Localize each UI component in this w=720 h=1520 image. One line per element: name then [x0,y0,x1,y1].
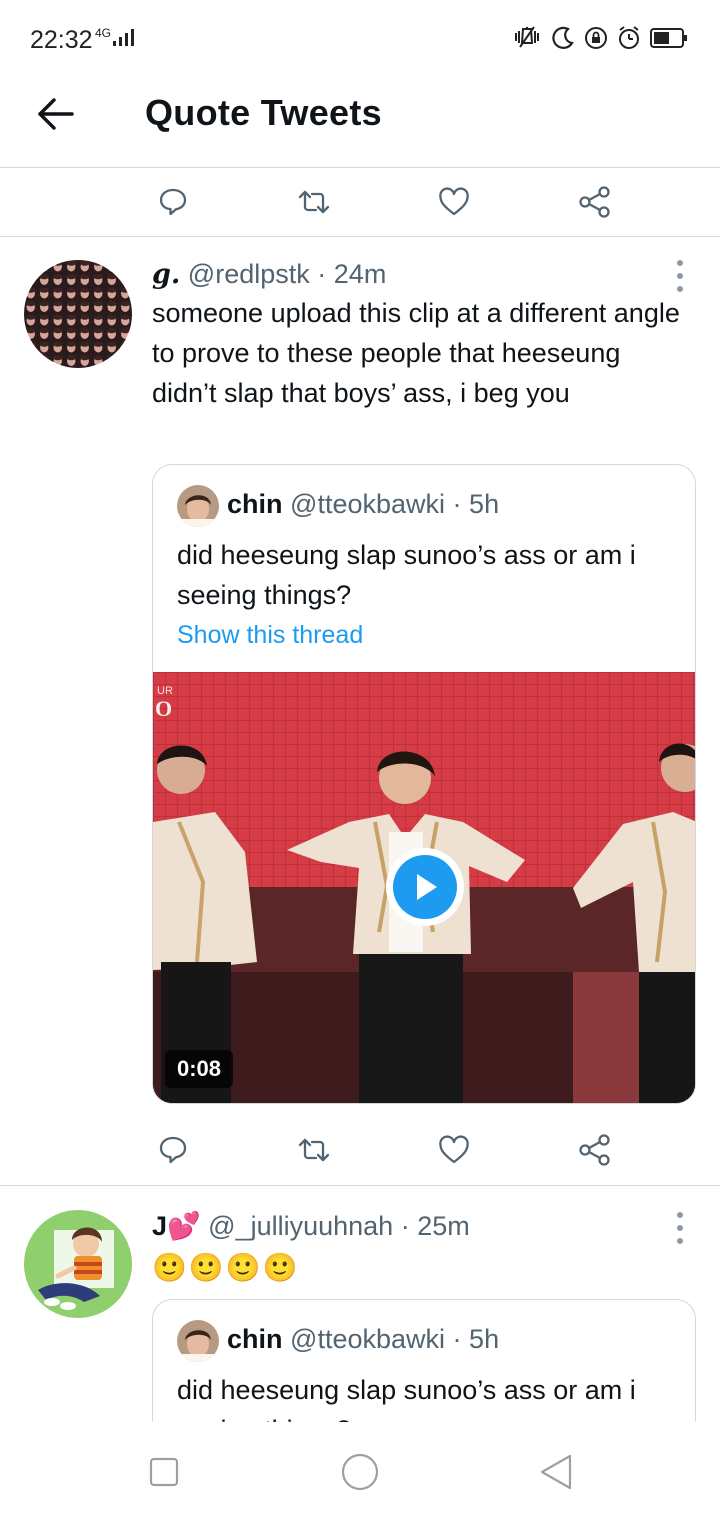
dot [677,260,683,266]
separator-dot: · [452,1324,462,1354]
reply-button[interactable] [151,180,195,224]
reply-icon [159,1136,187,1164]
tweet-action-bar [0,1118,720,1180]
like-button[interactable] [432,180,476,224]
back-button[interactable] [30,92,82,136]
network-type-label: 4G [95,26,112,40]
tweet-header: g. @redlpstk · 24m [152,259,386,290]
quoted-display-name: chin [227,1324,283,1354]
avatar[interactable] [24,260,132,368]
show-thread-link[interactable]: Show this thread [177,621,363,650]
share-icon [579,186,610,218]
quoted-tweet-card[interactable]: chin @tteokbawki · 5h did heeseung slap … [152,1299,696,1422]
share-button[interactable] [573,180,617,224]
quoted-display-name: chin [227,489,283,519]
reply-icon [159,188,187,216]
quoted-timestamp: 5h [469,1324,500,1354]
dot [677,286,683,292]
timestamp: 24m [333,259,387,289]
tweet-header: J💕 @_julliyuuhnah · 25m [152,1210,470,1242]
svg-text:O: O [155,696,172,721]
home-button[interactable] [338,1450,382,1494]
video-duration: 0:08 [165,1050,234,1088]
quoted-handle: @tteokbawki [290,489,446,519]
separator-dot: · [400,1211,410,1241]
quoted-avatar-image [177,485,219,527]
quote-tweet[interactable]: J💕 @_julliyuuhnah · 25m 🙂🙂🙂🙂 chin @tteok… [0,1186,720,1422]
timestamp: 25m [417,1211,470,1241]
page-title: Quote Tweets [145,92,382,133]
reply-button[interactable] [151,1128,195,1172]
dot [677,273,683,279]
play-icon [417,874,437,900]
share-icon [579,1134,610,1166]
quoted-avatar [177,485,219,527]
retweet-icon [298,190,330,214]
quoted-timestamp: 5h [469,489,500,519]
system-navigation-bar [0,1422,720,1520]
recent-apps-button[interactable] [142,1450,186,1494]
play-button[interactable] [386,848,464,926]
status-bar: 22:32 4G [0,0,720,70]
quoted-avatar [177,1320,219,1362]
tweet-text: 🙂🙂🙂🙂 [152,1252,300,1283]
retweet-icon [298,1138,330,1162]
quote-tweet[interactable]: g. @redlpstk · 24m someone upload this c… [0,237,720,1185]
quoted-tweet-card[interactable]: chin @tteokbawki · 5h did heeseung slap … [152,464,696,1104]
vibrate-icon [515,26,539,48]
display-name[interactable]: J💕 [152,1211,201,1241]
quoted-tweet-header: chin @tteokbawki · 5h [227,489,499,520]
circle-icon [341,1453,379,1491]
app-header: Quote Tweets [0,70,720,168]
handle[interactable]: @_julliyuuhnah [208,1211,393,1241]
lock-rotation-icon [585,27,607,49]
more-options-button[interactable] [670,260,690,292]
heart-icon [439,187,469,216]
separator-dot: · [452,489,462,519]
retweet-button[interactable] [292,180,336,224]
original-tweet-action-bar [0,170,720,232]
play-button-inner [393,855,457,919]
quoted-tweet-header: chin @tteokbawki · 5h [227,1324,499,1355]
quoted-tweet-text: did heeseung slap sunoo’s ass or am i se… [177,1375,636,1422]
dot [677,1238,683,1244]
quoted-tweet-text: did heeseung slap sunoo’s ass or am i se… [177,540,636,610]
triangle-back-icon [540,1454,572,1490]
alarm-icon [619,26,639,49]
do-not-disturb-moon-icon [552,26,574,49]
quoted-handle: @tteokbawki [290,1324,446,1354]
dot [677,1212,683,1218]
avatar[interactable] [24,1210,132,1318]
share-button[interactable] [573,1128,617,1172]
like-button[interactable] [432,1128,476,1172]
more-options-button[interactable] [670,1212,690,1244]
handle[interactable]: @redlpstk [188,259,310,289]
signal-strength-icon [113,29,134,46]
heart-icon [439,1135,469,1164]
avatar-illustration [24,1210,132,1318]
quoted-avatar-image [177,1320,219,1362]
dot [677,1225,683,1231]
status-time: 22:32 [30,26,93,54]
display-name[interactable]: g. [152,259,180,290]
tweet-text: someone upload this clip at a different … [152,298,680,408]
retweet-button[interactable] [292,1128,336,1172]
separator-dot: · [317,259,327,289]
avatar-image [24,260,132,368]
back-nav-button[interactable] [534,1450,578,1494]
video-media[interactable]: UR O 0:08 [153,672,695,1103]
arrow-left-icon [38,98,74,130]
square-icon [149,1457,179,1487]
battery-icon [650,28,687,48]
status-icons [512,24,688,52]
